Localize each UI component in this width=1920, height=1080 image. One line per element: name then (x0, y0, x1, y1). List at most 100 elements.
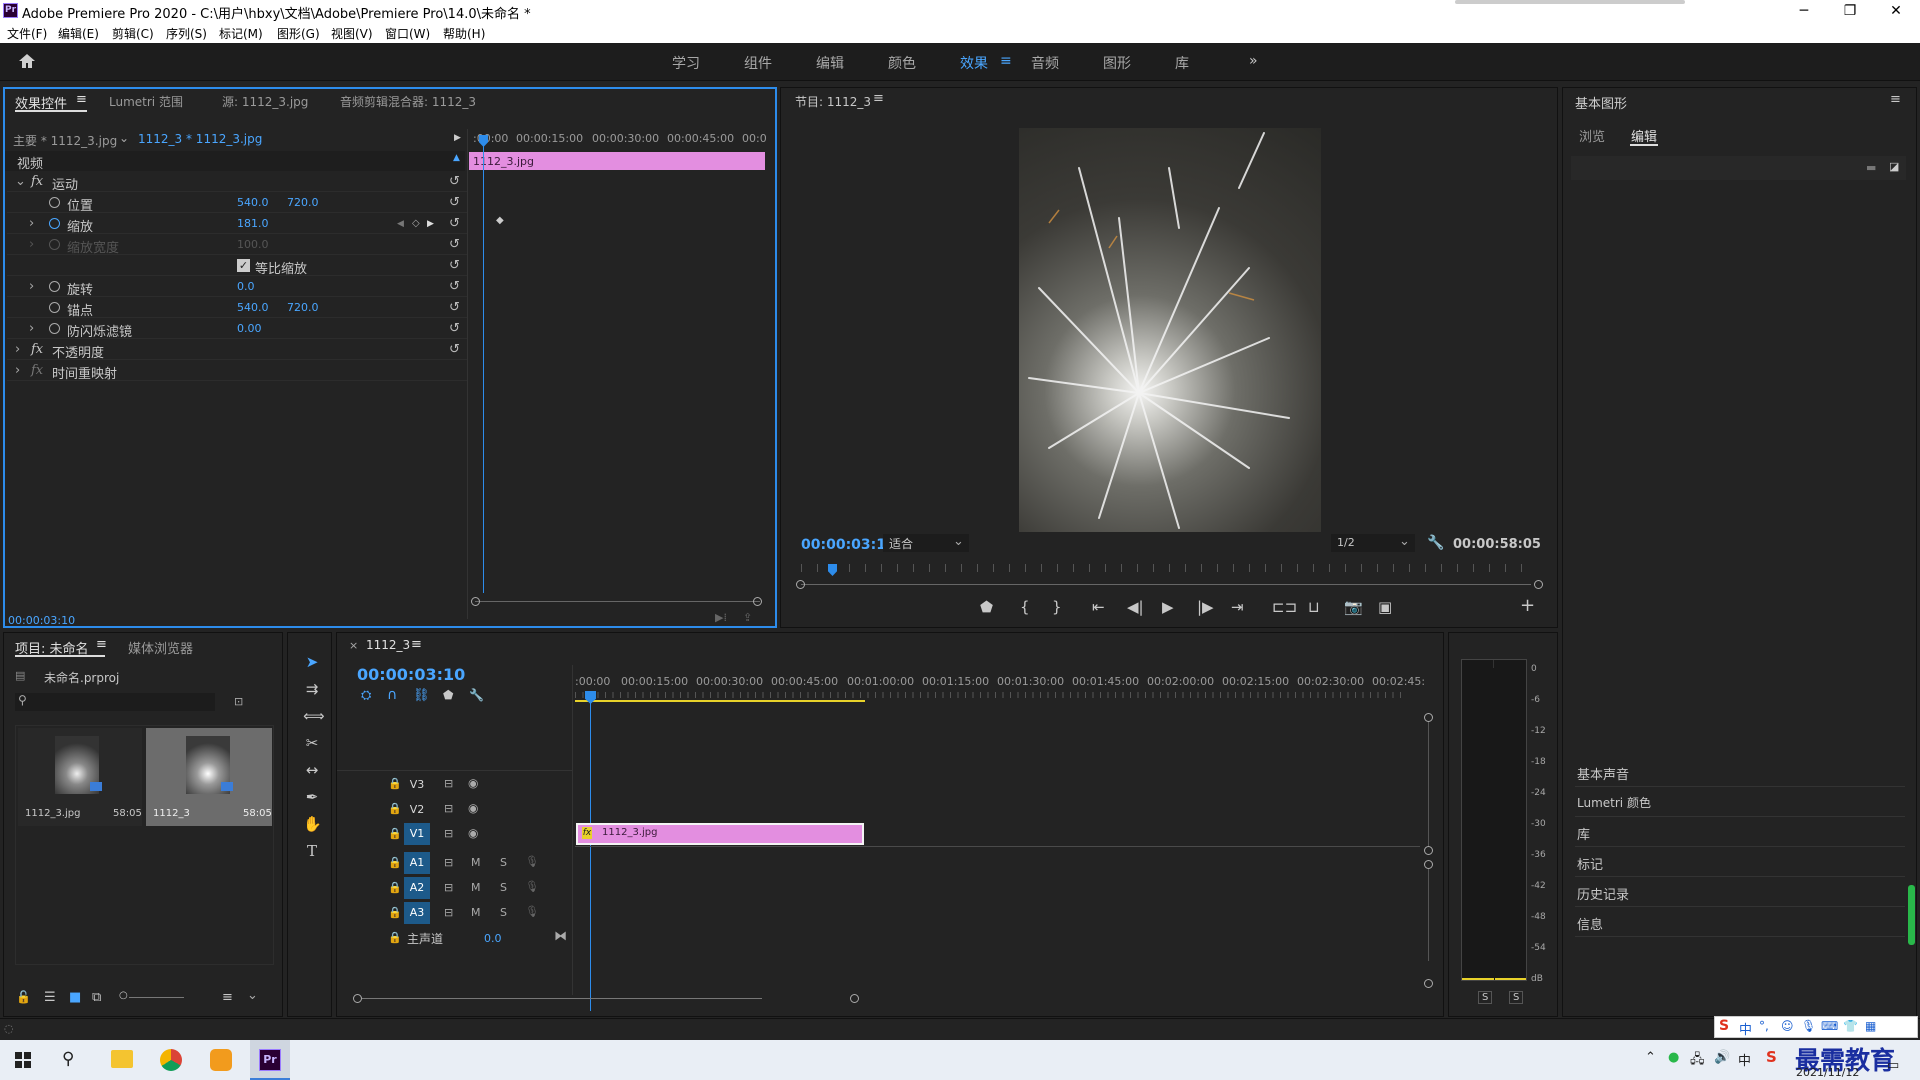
stopwatch-icon[interactable] (49, 197, 60, 208)
reset-icon[interactable]: ↺ (449, 279, 460, 294)
mute-button[interactable]: M (471, 881, 481, 894)
menu-edit[interactable]: 编辑(E) (58, 25, 99, 42)
punctuation-icon[interactable]: °, (1759, 1019, 1769, 1033)
chrome-icon[interactable] (160, 1049, 182, 1071)
selection-tool-icon[interactable]: ➤ (303, 653, 321, 671)
search-icon[interactable]: ⚲ (62, 1049, 74, 1069)
go-to-out-icon[interactable]: ⇥ (1231, 598, 1244, 616)
reset-icon[interactable]: ↺ (449, 342, 460, 357)
step-forward-icon[interactable]: |▶ (1197, 598, 1214, 616)
prev-keyframe-icon[interactable]: ◀ (397, 219, 404, 229)
go-to-in-icon[interactable]: ⇤ (1092, 598, 1105, 616)
solo-button[interactable]: S (500, 906, 507, 919)
close-tab-icon[interactable]: × (349, 639, 358, 652)
tab-audio-clip-mixer[interactable]: 音频剪辑混合器: 1112_3 (340, 93, 476, 110)
panel-markers[interactable]: 标记 (1575, 847, 1905, 877)
expand-arrow-icon[interactable]: › (15, 342, 20, 357)
a-scroll-handle-bottom[interactable] (1424, 979, 1433, 988)
lock-icon[interactable]: 🔒 (388, 827, 402, 840)
lift-icon[interactable]: ⊏⊐ (1272, 598, 1297, 616)
v-scroll-handle-bottom[interactable] (1424, 846, 1433, 855)
panel-libraries[interactable]: 库 (1575, 817, 1905, 847)
list-view-icon[interactable]: ☰ (44, 990, 56, 1005)
slip-tool-icon[interactable]: ↔ (303, 761, 321, 779)
expand-arrow-icon[interactable]: › (29, 321, 34, 336)
type-tool-icon[interactable]: T (303, 842, 321, 860)
timeline-clip-v1[interactable]: fx 1112_3.jpg (576, 823, 864, 845)
export-icon[interactable]: ⇪ (743, 611, 752, 624)
step-back-icon[interactable]: ◀| (1127, 598, 1144, 616)
panel-essential-sound[interactable]: 基本声音 (1575, 757, 1905, 787)
green-scroll-indicator[interactable] (1908, 885, 1915, 945)
sync-lock-icon[interactable]: ⊟ (444, 827, 453, 840)
project-item[interactable]: 1112_3.jpg 58:05 (18, 728, 142, 826)
keyboard-icon[interactable]: ⌨ (1821, 1019, 1838, 1033)
tray-app-icon[interactable]: ● (1668, 1050, 1679, 1065)
panel-lumetri-color[interactable]: Lumetri 颜色 (1575, 787, 1905, 817)
menu-clip[interactable]: 剪辑(C) (112, 25, 154, 42)
windows-start-icon[interactable] (15, 1052, 31, 1068)
project-search-input[interactable]: ⚲ (15, 693, 215, 711)
stopwatch-icon[interactable] (49, 302, 60, 313)
workspace-audio[interactable]: 音频 (1031, 53, 1059, 73)
voice-icon[interactable]: 🎙 (1801, 1019, 1816, 1033)
zoom-handle-right[interactable] (1534, 580, 1543, 589)
prop-value[interactable]: 0.00 (237, 322, 262, 335)
workspace-editing[interactable]: 编辑 (816, 53, 844, 73)
timeline-settings-icon[interactable]: 🔧 (469, 688, 484, 702)
eye-icon[interactable]: ◉ (468, 776, 478, 790)
program-video-frame[interactable] (1019, 128, 1321, 532)
zoom-handle-left[interactable] (796, 580, 805, 589)
scroll-handle-right[interactable] (753, 597, 762, 606)
solo-right-button[interactable]: S (1509, 991, 1524, 1004)
menu-file[interactable]: 文件(F) (7, 25, 47, 42)
scroll-up-icon[interactable]: ▲ (453, 153, 460, 163)
prop-value-y[interactable]: 720.0 (287, 301, 319, 314)
workspace-color[interactable]: 颜色 (888, 53, 916, 73)
effect-timeline-ruler[interactable]: :00:00 00:00:15:00 00:00:30:00 00:00:45:… (469, 129, 769, 149)
skin-icon[interactable]: 👕 (1843, 1019, 1858, 1033)
chevron-up-icon[interactable]: ⌃ (1645, 1050, 1656, 1065)
expand-arrow-icon[interactable]: › (15, 363, 20, 378)
timeline-tab[interactable]: 1112_3 (366, 638, 410, 652)
program-title[interactable]: 节目: 1112_3 (795, 93, 871, 110)
close-button[interactable]: ✕ (1873, 0, 1919, 22)
master-clip-label[interactable]: 主要 * 1112_3.jpg (13, 132, 117, 149)
stopwatch-icon[interactable] (49, 281, 60, 292)
voiceover-icon[interactable]: 🎙 (525, 880, 539, 893)
h-scrollbar[interactable] (362, 998, 762, 999)
reset-icon[interactable]: ↺ (449, 237, 460, 252)
prop-value[interactable]: 0.0 (237, 280, 255, 293)
menu-sequence[interactable]: 序列(S) (166, 25, 207, 42)
play-icon[interactable]: ▶ (1162, 598, 1174, 616)
sogou-icon[interactable]: S (1766, 1048, 1777, 1066)
scroll-handle-left[interactable] (471, 597, 480, 606)
prop-value-y[interactable]: 720.0 (287, 196, 319, 209)
add-button-icon[interactable]: + (1520, 595, 1535, 616)
master-volume-value[interactable]: 0.0 (484, 932, 502, 945)
expand-arrow-icon[interactable]: › (29, 216, 34, 231)
zoom-slider-handle[interactable]: ○ (119, 990, 128, 1001)
volume-icon[interactable]: 🔊 (1714, 1050, 1730, 1065)
sync-lock-icon[interactable]: ⊟ (444, 906, 453, 919)
track-label[interactable]: A3 (404, 902, 430, 924)
chevron-down-icon[interactable]: ⌄ (119, 131, 129, 145)
tab-source[interactable]: 源: 1112_3.jpg (222, 93, 308, 110)
lock-icon[interactable]: 🔒 (388, 802, 402, 815)
track-select-tool-icon[interactable]: ⇉ (303, 680, 321, 698)
nest-icon[interactable]: ⛭ (361, 688, 371, 703)
workspace-graphics[interactable]: 图形 (1103, 53, 1131, 73)
toolbox-icon[interactable]: ▦ (1865, 1019, 1876, 1033)
reset-icon[interactable]: ↺ (449, 174, 460, 189)
timeline-timecode[interactable]: 00:00:03:10 (357, 665, 465, 684)
new-bin-icon[interactable]: ⊡ (234, 695, 243, 708)
expand-arrow-icon[interactable]: › (29, 279, 34, 294)
comparison-view-icon[interactable]: ▣ (1378, 598, 1392, 616)
menu-marker[interactable]: 标记(M) (219, 25, 263, 42)
razor-tool-icon[interactable]: ✂ (303, 734, 321, 752)
track-label[interactable]: V2 (404, 799, 430, 821)
eye-icon[interactable]: ◉ (468, 826, 478, 840)
track-label[interactable]: A2 (404, 877, 430, 899)
play-clip-icon[interactable]: ▶ (454, 133, 461, 143)
filter-icon[interactable]: ▶⁞ (715, 611, 727, 624)
